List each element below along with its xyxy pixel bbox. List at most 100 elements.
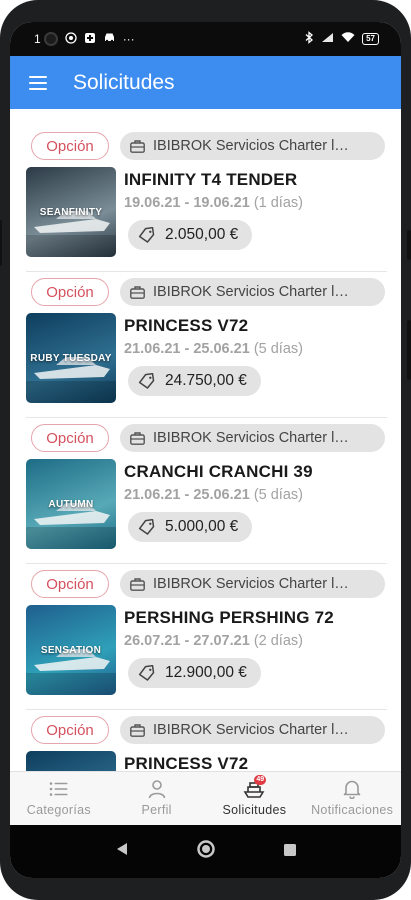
duration: (1 días) (253, 195, 303, 211)
boat-name: CRANCHI CRANCHI 39 (124, 462, 313, 481)
battery-indicator: 57 (362, 33, 379, 45)
price: 12.900,00 € (165, 664, 247, 681)
nav-item-notificaciones[interactable]: Notificaciones (303, 772, 401, 825)
company-name: IBIBROK Servicios Charter l… (153, 138, 349, 154)
status-chip: Opción (31, 132, 109, 160)
nav-item-perfil[interactable]: Perfil (108, 772, 206, 825)
company-name: IBIBROK Servicios Charter l… (153, 722, 349, 738)
briefcase-icon (130, 139, 145, 153)
bluetooth-icon (305, 31, 314, 47)
boat-thumbnail: AUTUMN (26, 459, 116, 549)
front-camera (43, 32, 58, 46)
price-tag-icon (138, 665, 155, 681)
company-chip: IBIBROK Servicios Charter l… (120, 570, 385, 598)
status-bar: 1 ··· 57 (10, 22, 401, 56)
notification-badge: 49 (254, 775, 267, 785)
date-range: 21.06.21 - 25.06.21 (5 días) (124, 341, 303, 357)
boat-thumbnail-label: RUBY TUESDAY (30, 352, 112, 364)
boat-icon: 49 (242, 775, 267, 800)
app-bar: Solicitudes (10, 56, 401, 109)
nav-label: Solicitudes (222, 803, 287, 817)
company-name: IBIBROK Servicios Charter l… (153, 576, 349, 592)
boat-name: PERSHING PERSHING 72 (124, 608, 334, 627)
nav-item-solicitudes[interactable]: 49 Solicitudes (206, 772, 304, 825)
boat-thumbnail (26, 751, 116, 771)
briefcase-icon (130, 431, 145, 445)
dates: 21.06.21 - 25.06.21 (124, 487, 250, 503)
notification-icon (65, 31, 77, 47)
price: 5.000,00 € (165, 518, 239, 535)
price-tag-icon (138, 227, 155, 243)
briefcase-icon (130, 723, 145, 737)
dates: 26.07.21 - 27.07.21 (124, 633, 250, 649)
company-name: IBIBROK Servicios Charter l… (153, 430, 349, 446)
status-chip: Opción (31, 424, 109, 452)
date-range: 19.06.21 - 19.06.21 (1 días) (124, 195, 303, 211)
car-icon (103, 32, 116, 46)
volume-button (0, 220, 2, 266)
phone-frame: 1 ··· 57 Solicitudes Opción IBIBROK Serv… (0, 0, 411, 900)
boat-thumbnail: RUBY TUESDAY (26, 313, 116, 403)
nav-label: Categorías (26, 803, 91, 817)
company-chip: IBIBROK Servicios Charter l… (120, 278, 385, 306)
list-icon (49, 778, 69, 800)
requests-list[interactable]: Opción IBIBROK Servicios Charter l… SEAN… (10, 109, 401, 771)
boat-thumbnail: SENSATION (26, 605, 116, 695)
duration: (5 días) (253, 341, 303, 357)
price-chip: 24.750,00 € (128, 366, 261, 396)
request-card[interactable]: Opción IBIBROK Servicios Charter l… SEAN… (26, 129, 387, 275)
side-button (407, 320, 411, 380)
dates: 19.06.21 - 19.06.21 (124, 195, 250, 211)
briefcase-icon (130, 285, 145, 299)
company-chip: IBIBROK Servicios Charter l… (120, 424, 385, 452)
status-notification-count: 1 (34, 32, 41, 46)
briefcase-icon (130, 577, 145, 591)
request-card[interactable]: Opción IBIBROK Servicios Charter l… PRIN… (26, 709, 387, 771)
menu-icon[interactable] (29, 75, 47, 90)
back-icon[interactable] (116, 842, 128, 861)
dates: 21.06.21 - 25.06.21 (124, 341, 250, 357)
home-icon[interactable] (196, 839, 216, 864)
price: 24.750,00 € (165, 372, 247, 389)
boat-thumbnail: SEANFINITY (26, 167, 116, 257)
screen: 1 ··· 57 Solicitudes Opción IBIBROK Serv… (10, 22, 401, 878)
status-chip: Opción (31, 716, 109, 744)
duration: (2 días) (253, 633, 303, 649)
request-card[interactable]: Opción IBIBROK Servicios Charter l… AUTU… (26, 417, 387, 567)
status-chip: Opción (31, 570, 109, 598)
price-chip: 5.000,00 € (128, 512, 253, 542)
nav-label: Perfil (141, 803, 172, 817)
status-chip: Opción (31, 278, 109, 306)
date-range: 21.06.21 - 25.06.21 (5 días) (124, 487, 303, 503)
price-chip: 12.900,00 € (128, 658, 261, 688)
recents-icon[interactable] (283, 843, 296, 861)
boat-name: PRINCESS V72 (124, 316, 249, 335)
request-card[interactable]: Opción IBIBROK Servicios Charter l… SENS… (26, 563, 387, 713)
boat-thumbnail-label: AUTUMN (48, 498, 94, 510)
wifi-icon (341, 32, 355, 46)
person-icon (147, 778, 167, 800)
price-chip: 2.050,00 € (128, 220, 253, 250)
nav-item-categorias[interactable]: Categorías (10, 772, 108, 825)
price: 2.050,00 € (165, 226, 239, 243)
power-button (407, 230, 411, 260)
boat-name: PRINCESS V72 (124, 754, 249, 771)
status-more: ··· (122, 32, 135, 46)
medical-icon (84, 32, 96, 47)
company-name: IBIBROK Servicios Charter l… (153, 284, 349, 300)
boat-thumbnail-label: SEANFINITY (39, 206, 103, 218)
duration: (5 días) (253, 487, 303, 503)
page-title: Solicitudes (73, 70, 175, 94)
bell-icon (343, 778, 361, 800)
nav-label: Notificaciones (311, 803, 394, 817)
price-tag-icon (138, 519, 155, 535)
signal-icon (321, 32, 334, 46)
system-navigation-bar (10, 825, 401, 878)
company-chip: IBIBROK Servicios Charter l… (120, 716, 385, 744)
boat-image (26, 751, 116, 771)
price-tag-icon (138, 373, 155, 389)
company-chip: IBIBROK Servicios Charter l… (120, 132, 385, 160)
request-card[interactable]: Opción IBIBROK Servicios Charter l… RUBY… (26, 271, 387, 421)
bottom-navigation: Categorías Perfil 49 Solicitudes Notific… (10, 771, 401, 825)
date-range: 26.07.21 - 27.07.21 (2 días) (124, 633, 303, 649)
